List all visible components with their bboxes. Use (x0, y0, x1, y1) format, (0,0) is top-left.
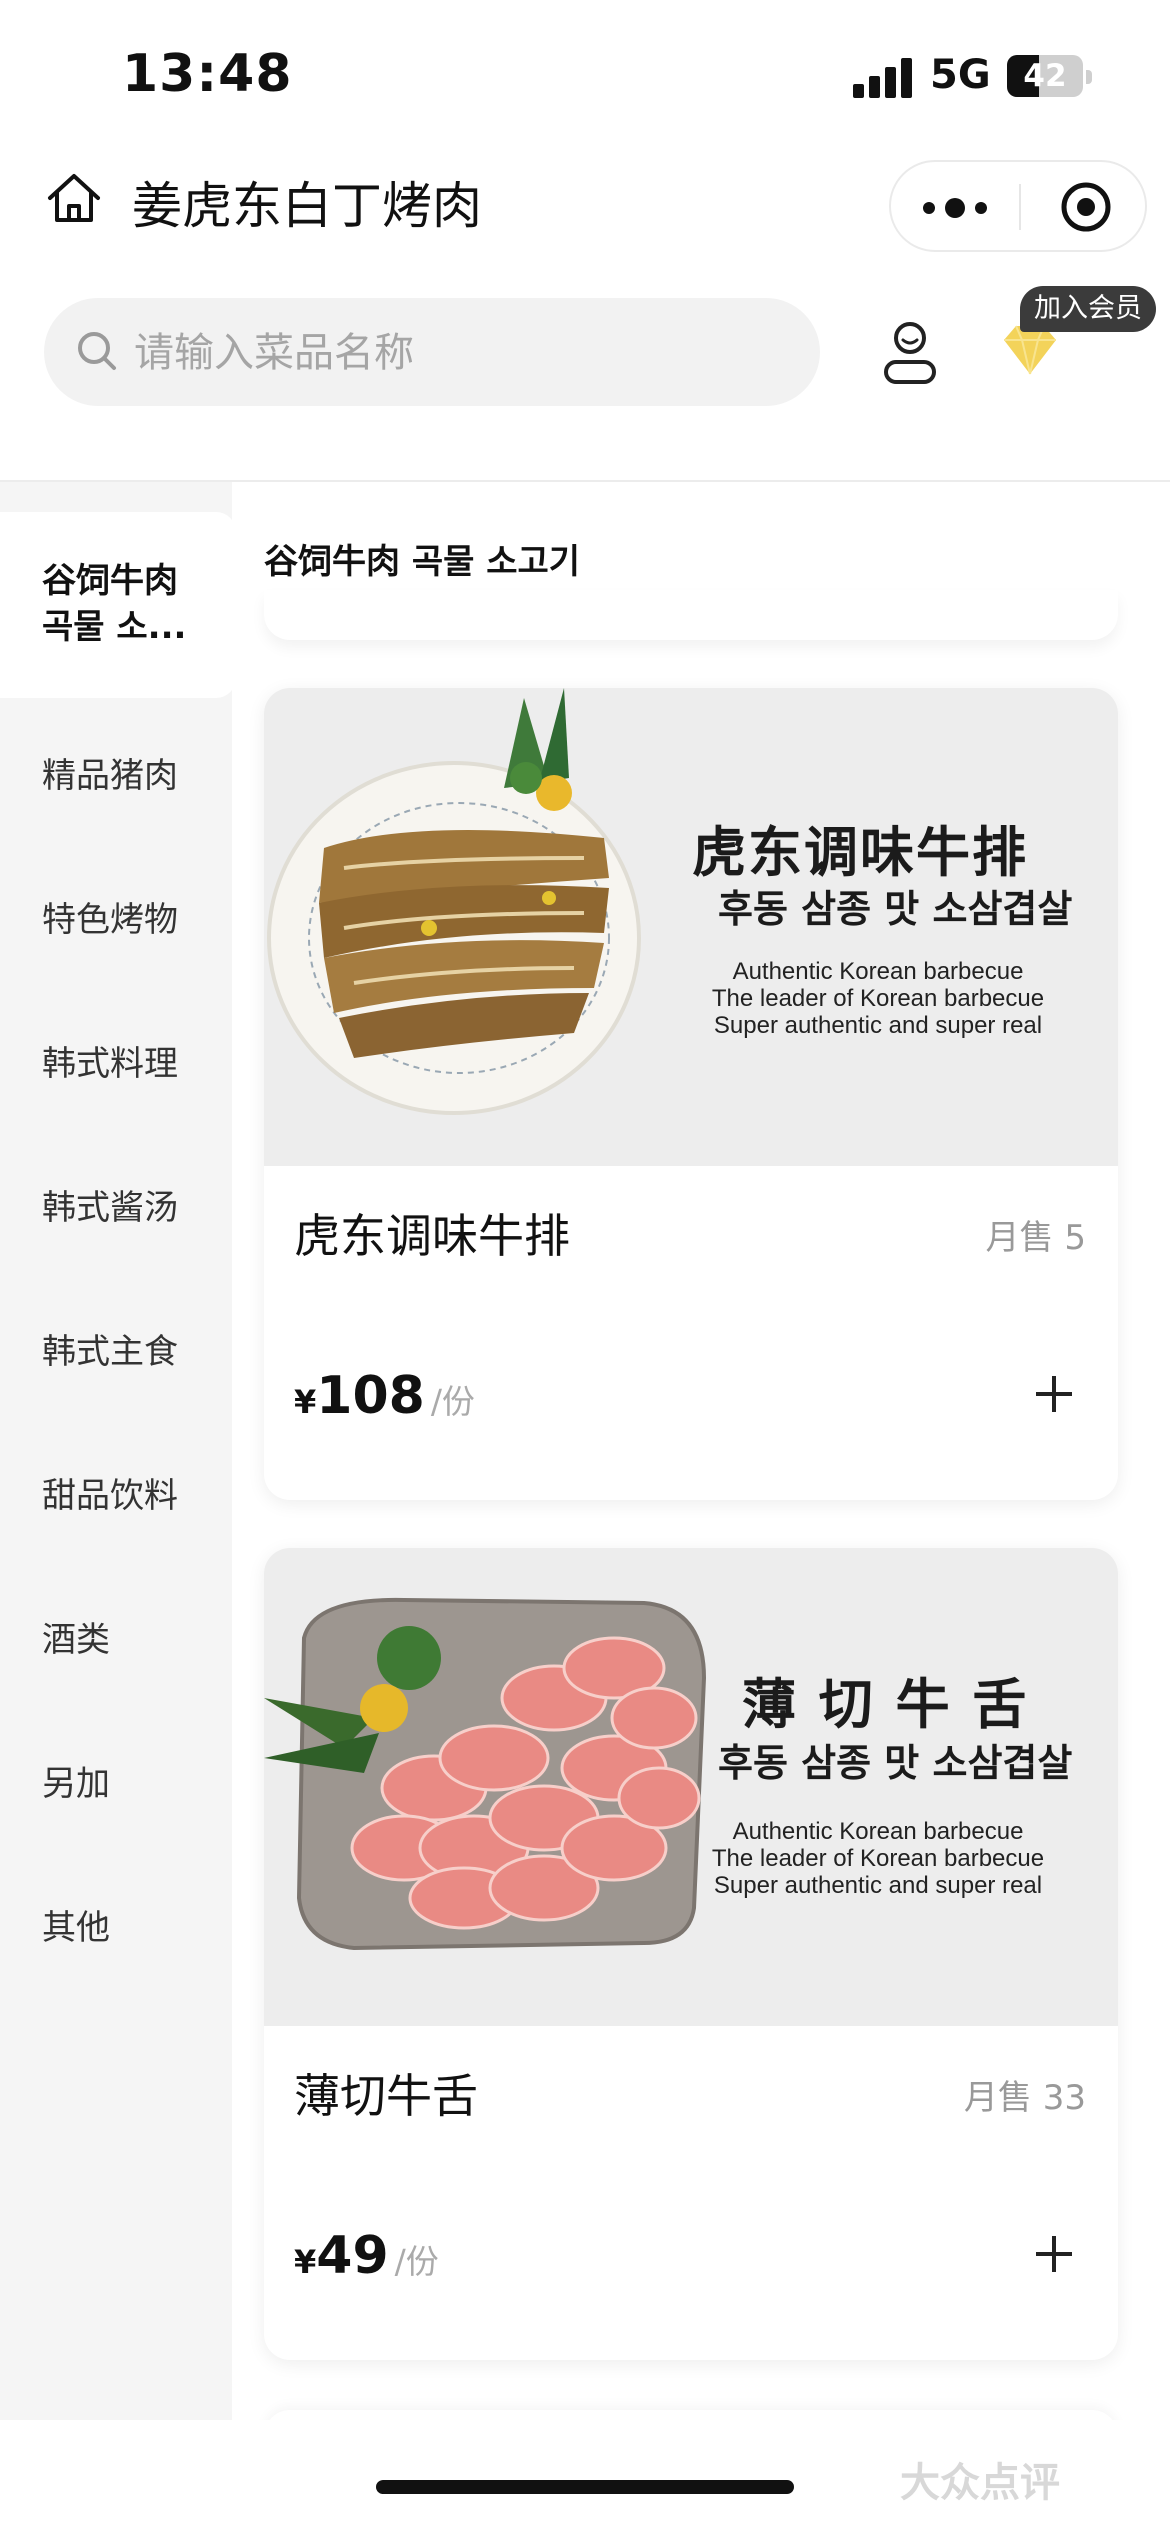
close-target-icon[interactable] (1059, 180, 1113, 234)
image-english-line: The leader of Korean barbecue (711, 1845, 1045, 1872)
price-unit: /份 (394, 2242, 439, 2281)
previous-card-edge (264, 590, 1118, 640)
user-icon[interactable] (878, 318, 942, 388)
search-bar[interactable] (44, 298, 820, 406)
network-type: 5G (930, 52, 991, 98)
image-korean-text: 후동 삼종 맛 소삼겹살 (718, 887, 1073, 931)
product-image: 虎东调味牛排 후동 삼종 맛 소삼겹살 Authentic Korean bar… (264, 688, 1118, 1166)
home-icon[interactable] (44, 168, 104, 228)
mini-program-capsule (889, 160, 1147, 252)
dianping-watermark: 大众点评 (900, 2460, 1060, 2506)
image-title: 薄 切 牛 舌 (742, 1672, 1029, 1736)
price-amount: 108 (316, 1366, 425, 1426)
sidebar-item-other[interactable]: 其他 (42, 1900, 110, 1949)
product-card-beef-rib[interactable]: 虎东调味牛排 후동 삼종 맛 소삼겹살 Authentic Korean bar… (264, 688, 1118, 1500)
capsule-divider (1019, 184, 1021, 230)
product-price: ¥49/份 (294, 2226, 439, 2286)
status-time: 13:48 (122, 44, 293, 104)
image-english-line: Authentic Korean barbecue (732, 1818, 1024, 1845)
battery-cap (1086, 70, 1092, 84)
image-english-line: Super authentic and super real (713, 1872, 1043, 1899)
product-image: 薄 切 牛 舌 후동 삼종 맛 소삼겹살 Authentic Korean ba… (264, 1548, 1118, 2026)
price-currency: ¥ (294, 1383, 317, 1421)
image-english-text: Authentic Korean barbecue The leader of … (688, 958, 1068, 1039)
monthly-sales: 月售 33 (963, 2078, 1086, 2118)
add-to-cart-icon[interactable] (1030, 2230, 1078, 2278)
price-unit: /份 (430, 1382, 475, 1421)
monthly-sales: 月售 5 (985, 1218, 1086, 1258)
product-name: 虎东调味牛排 (294, 1209, 570, 1263)
status-bar: 13:48 5G 42 (0, 0, 1170, 150)
search-input[interactable] (132, 320, 796, 386)
sidebar-item-extras[interactable]: 另加 (42, 1756, 110, 1805)
more-icon[interactable] (923, 198, 987, 218)
sidebar-item-dessert-drinks[interactable]: 甜品饮料 (42, 1468, 178, 1517)
image-english-line: Authentic Korean barbecue (732, 958, 1024, 985)
image-korean-text: 후동 삼종 맛 소삼겹살 (718, 1741, 1073, 1785)
store-title: 姜虎东白丁烤肉 (132, 177, 482, 235)
product-price: ¥108/份 (294, 1366, 475, 1426)
search-icon (78, 332, 116, 370)
image-english-text: Authentic Korean barbecue The leader of … (688, 1818, 1068, 1899)
home-indicator[interactable] (376, 2480, 794, 2494)
sidebar-item-korean-staple[interactable]: 韩式主食 (42, 1324, 178, 1373)
image-english-line: Super authentic and super real (713, 1012, 1043, 1039)
add-to-cart-icon[interactable] (1030, 1370, 1078, 1418)
sidebar-item-korean-dishes[interactable]: 韩式料理 (42, 1036, 178, 1085)
sidebar-item-alcohol[interactable]: 酒类 (42, 1612, 110, 1661)
sidebar-item-pork[interactable]: 精品猪肉 (42, 748, 178, 797)
sidebar-item-specialty-grill[interactable]: 特色烤物 (42, 892, 178, 941)
image-english-line: The leader of Korean barbecue (711, 985, 1045, 1012)
section-title: 谷饲牛肉 곡물 소고기 (264, 542, 581, 582)
product-card-beef-tongue[interactable]: 薄 切 牛 舌 후동 삼종 맛 소삼겹살 Authentic Korean ba… (264, 1548, 1118, 2360)
join-member-badge[interactable]: 加入会员 (1020, 286, 1156, 332)
battery-percent: 42 (1023, 58, 1067, 94)
image-title: 虎东调味牛排 (692, 820, 1028, 884)
product-name: 薄切牛舌 (294, 2069, 478, 2123)
sidebar-item-grain-beef[interactable]: 谷饲牛肉 곡물 소... (42, 558, 212, 650)
price-currency: ¥ (294, 2243, 317, 2281)
sliced-beef-tongue-plate (264, 1597, 707, 1951)
sidebar-item-korean-soup[interactable]: 韩式酱汤 (42, 1180, 178, 1229)
price-amount: 49 (316, 2226, 389, 2286)
signal-icon (853, 58, 915, 98)
battery-icon: 42 (1007, 55, 1083, 97)
